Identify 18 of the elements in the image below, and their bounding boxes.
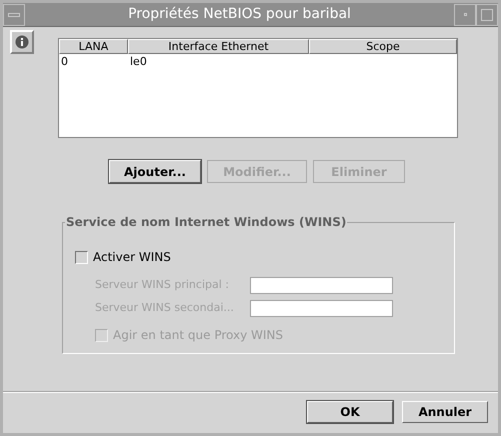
dialog-button[interactable]: Annuler xyxy=(402,401,488,423)
column-header[interactable]: Scope xyxy=(309,39,457,54)
table-cell: 0 xyxy=(61,54,68,68)
dialog-button[interactable]: OK xyxy=(307,401,393,423)
action-button[interactable]: Ajouter... xyxy=(109,160,201,183)
checkbox[interactable] xyxy=(75,250,88,264)
maximize-button[interactable] xyxy=(476,4,498,26)
info-icon xyxy=(15,35,29,49)
column-header[interactable]: Interface Ethernet xyxy=(128,39,309,54)
checkbox-label: Activer WINS xyxy=(93,249,171,266)
checkbox-label: Agir en tant que Proxy WINS xyxy=(113,327,283,344)
window-menu-button[interactable] xyxy=(3,4,25,26)
group-legend: Service de nom Internet Windows (WINS) xyxy=(65,214,348,230)
table-cell: le0 xyxy=(130,54,147,68)
column-header[interactable]: LANA xyxy=(59,39,128,54)
info-button[interactable] xyxy=(10,30,34,54)
minimize-button[interactable] xyxy=(454,4,476,26)
window-title: Propriétés NetBIOS pour baribal xyxy=(127,5,352,24)
